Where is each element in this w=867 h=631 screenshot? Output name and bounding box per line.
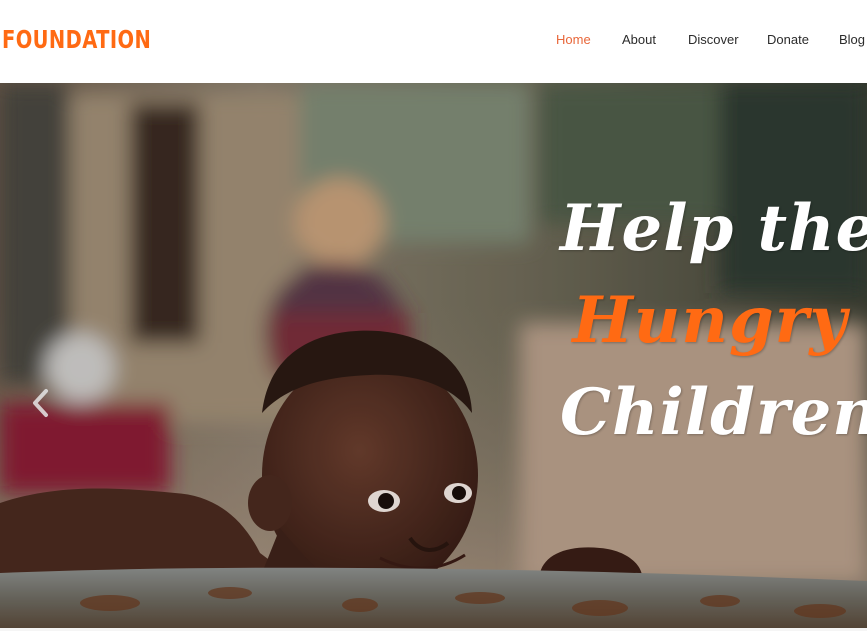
nav-item-about[interactable]: About (622, 31, 656, 49)
nav-item-donate[interactable]: Donate (767, 31, 809, 49)
nav-item-blog[interactable]: Blog (839, 31, 865, 49)
hero-headline: Help the Hungry Children (560, 183, 867, 459)
hero-headline-line-1: Help the (560, 191, 867, 266)
slider-prev-button[interactable] (28, 385, 52, 421)
site-header: FOUNDATION Home About Discover Donate Bl… (0, 0, 867, 83)
hero-headline-line-3: Children (560, 375, 867, 450)
nav-item-discover[interactable]: Discover (688, 31, 739, 49)
chevron-left-icon (33, 389, 48, 417)
main-nav: Home About Discover Donate Blog (0, 31, 867, 49)
nav-item-home[interactable]: Home (556, 31, 591, 49)
hero-headline-line-2: Hungry (572, 283, 848, 358)
hero-slider: Help the Hungry Children (0, 83, 867, 628)
